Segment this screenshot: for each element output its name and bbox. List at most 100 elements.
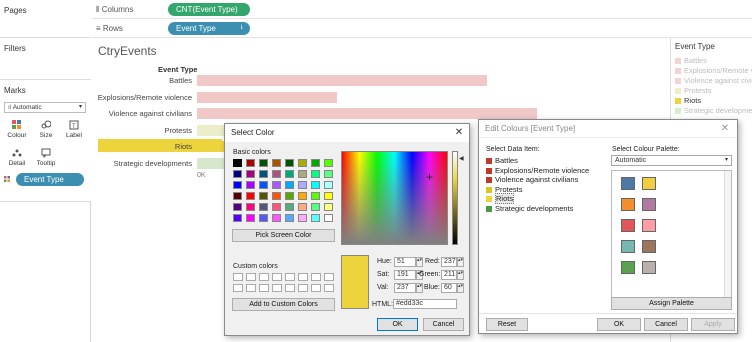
rows-pill[interactable]: Event Type ⇂ [168,22,250,35]
data-item[interactable]: Battles [486,156,518,165]
assign-palette-button[interactable]: Assign Palette [611,297,732,310]
legend-item[interactable]: Protests [675,86,712,95]
basic-color-swatch[interactable] [246,203,255,211]
basic-color-swatch[interactable] [259,214,268,222]
basic-color-swatch[interactable] [233,170,242,178]
close-icon[interactable]: ✕ [719,123,731,135]
red-spinner[interactable]: ▴▾ [457,257,464,267]
basic-color-swatch[interactable] [324,192,333,200]
reset-button[interactable]: Reset [486,318,528,331]
basic-color-swatch[interactable] [324,181,333,189]
legend-item[interactable]: Explosions/Remote violence [675,66,752,75]
legend-item[interactable]: Violence against civilians [675,76,752,85]
basic-color-swatch[interactable] [311,181,320,189]
basic-color-swatch[interactable] [311,170,320,178]
custom-color-swatch[interactable] [233,273,243,281]
basic-color-swatch[interactable] [311,192,320,200]
columns-pill[interactable]: CNT(Event Type) [168,3,250,16]
select-color-ok-button[interactable]: OK [377,318,418,331]
add-custom-colors-button[interactable]: Add to Custom Colors [232,298,335,311]
basic-color-swatch[interactable] [259,203,268,211]
palette-swatch[interactable] [621,177,635,190]
basic-color-swatch[interactable] [272,170,281,178]
palette-swatch[interactable] [621,261,635,274]
basic-color-swatch[interactable] [298,203,307,211]
blue-field[interactable]: 60 [441,283,457,293]
custom-color-swatch[interactable] [259,273,269,281]
custom-color-swatch[interactable] [259,284,269,292]
custom-color-swatch[interactable] [246,273,256,281]
bar[interactable] [197,75,487,86]
basic-color-swatch[interactable] [285,214,294,222]
data-item[interactable]: Violence against civilians [486,175,578,184]
value-slider[interactable] [452,151,458,245]
custom-color-swatch[interactable] [272,273,282,281]
basic-color-swatch[interactable] [324,159,333,167]
custom-color-swatch[interactable] [272,284,282,292]
size-card-button[interactable]: Size [35,120,57,142]
tooltip-card-button[interactable]: Tooltip [35,148,57,170]
close-icon[interactable]: ✕ [453,127,465,139]
color-spectrum[interactable]: + [341,151,448,245]
basic-color-swatch[interactable] [233,159,242,167]
colour-card-button[interactable]: Colour [6,120,28,142]
green-spinner[interactable]: ▴▾ [457,270,464,280]
basic-color-swatch[interactable] [233,192,242,200]
palette-swatch[interactable] [621,219,635,232]
label-card-button[interactable]: T Label [63,120,85,142]
basic-color-swatch[interactable] [259,170,268,178]
val-field[interactable]: 237 [394,283,416,293]
hue-spinner[interactable]: ▴▾ [416,257,423,267]
basic-color-swatch[interactable] [324,170,333,178]
basic-color-swatch[interactable] [246,192,255,200]
pick-screen-color-button[interactable]: Pick Screen Color [232,229,335,242]
basic-color-swatch[interactable] [285,192,294,200]
basic-color-swatch[interactable] [298,159,307,167]
basic-color-swatch[interactable] [246,181,255,189]
basic-color-swatch[interactable] [246,170,255,178]
basic-color-swatch[interactable] [259,181,268,189]
custom-color-swatch[interactable] [285,284,295,292]
basic-color-swatch[interactable] [298,214,307,222]
custom-color-swatch[interactable] [298,273,308,281]
basic-color-swatch[interactable] [298,170,307,178]
html-field[interactable]: #edd33c [393,299,457,309]
custom-color-swatch[interactable] [324,273,334,281]
custom-color-swatch[interactable] [324,284,334,292]
basic-color-swatch[interactable] [311,203,320,211]
basic-color-swatch[interactable] [259,159,268,167]
custom-color-swatch[interactable] [246,284,256,292]
val-spinner[interactable]: ▴▾ [416,283,423,293]
select-color-cancel-button[interactable]: Cancel [423,318,464,331]
basic-color-swatch[interactable] [233,214,242,222]
basic-color-swatch[interactable] [324,203,333,211]
palette-dropdown[interactable]: Automatic ▾ [611,155,732,166]
palette-swatch[interactable] [642,261,656,274]
palette-swatch[interactable] [642,240,656,253]
legend-item[interactable]: Strategic developments [675,106,752,115]
basic-color-swatch[interactable] [272,203,281,211]
palette-scrollbar[interactable] [724,171,731,297]
apply-button[interactable]: Apply [691,318,735,331]
bar[interactable] [197,91,337,103]
basic-color-swatch[interactable] [311,214,320,222]
palette-swatch[interactable] [642,198,656,211]
green-field[interactable]: 211 [441,270,457,280]
data-item[interactable]: Strategic developments [486,204,573,213]
palette-swatch[interactable] [621,240,635,253]
sat-field[interactable]: 191 [394,270,416,280]
bar[interactable] [197,108,537,119]
palette-swatch[interactable] [642,219,656,232]
basic-color-swatch[interactable] [298,181,307,189]
basic-color-swatch[interactable] [272,181,281,189]
hue-field[interactable]: 51 [394,257,416,267]
basic-color-swatch[interactable] [311,159,320,167]
edit-colours-ok-button[interactable]: OK [597,318,641,331]
detail-card-button[interactable]: Detail [6,148,28,170]
basic-color-swatch[interactable] [324,214,333,222]
palette-swatch[interactable] [621,198,635,211]
basic-color-swatch[interactable] [233,203,242,211]
basic-color-swatch[interactable] [259,192,268,200]
basic-color-swatch[interactable] [272,192,281,200]
basic-color-swatch[interactable] [233,181,242,189]
